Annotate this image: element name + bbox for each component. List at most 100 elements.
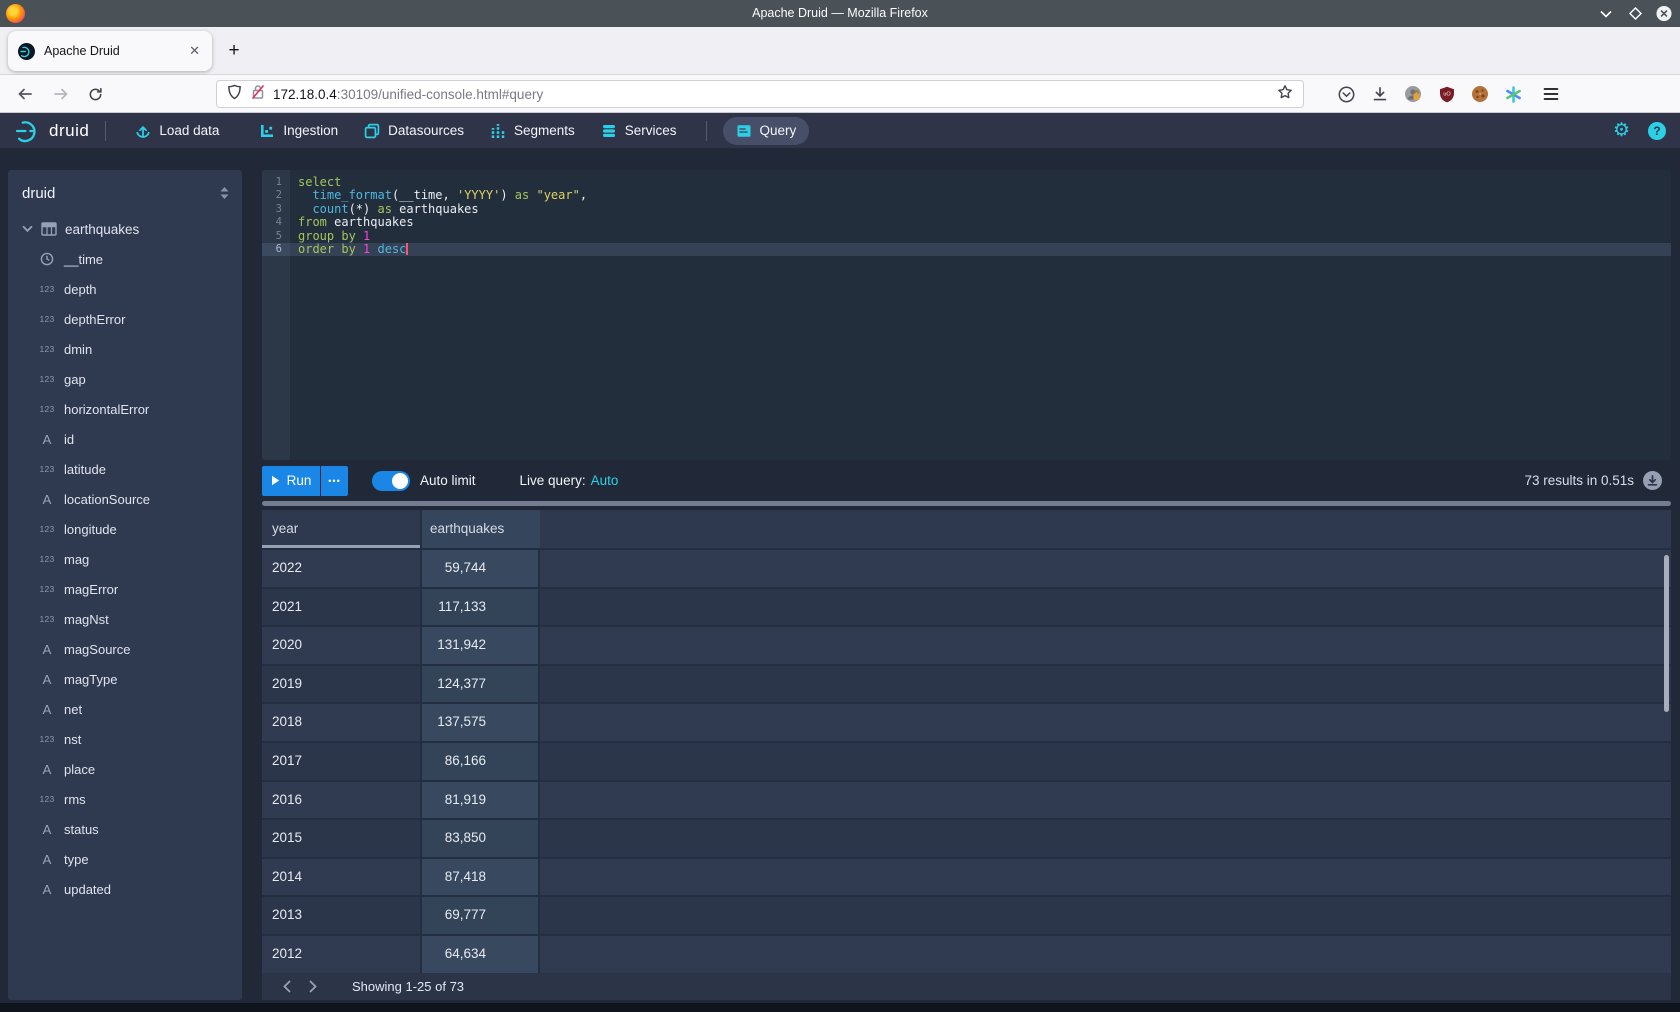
help-icon[interactable]: ? bbox=[1648, 122, 1666, 140]
table-row[interactable]: 2019124,377 bbox=[262, 666, 1671, 705]
settings-gear-icon[interactable]: ⚙ bbox=[1613, 119, 1630, 142]
url-field[interactable]: 172.18.0.4:30109/unified-console.html#qu… bbox=[216, 80, 1304, 108]
table-row[interactable]: 201681,919 bbox=[262, 782, 1671, 821]
nav-datasources[interactable]: Datasources bbox=[351, 117, 477, 145]
pagination-next-button[interactable] bbox=[300, 973, 326, 1000]
bookmark-star-icon[interactable] bbox=[1277, 84, 1293, 105]
sidebar-column-horizontalError[interactable]: 123horizontalError bbox=[8, 394, 242, 424]
cell-earthquakes[interactable]: 86,166 bbox=[420, 743, 540, 780]
cell-year[interactable]: 2022 bbox=[262, 550, 420, 587]
table-row[interactable]: 202259,744 bbox=[262, 550, 1671, 589]
sidebar-column-place[interactable]: Aplace bbox=[8, 754, 242, 784]
cell-earthquakes[interactable]: 117,133 bbox=[420, 589, 540, 626]
menu-hamburger-icon[interactable] bbox=[1538, 82, 1564, 106]
sidebar-column-id[interactable]: Aid bbox=[8, 424, 242, 454]
sidebar-column-depthError[interactable]: 123depthError bbox=[8, 304, 242, 334]
cell-earthquakes[interactable]: 81,919 bbox=[420, 782, 540, 819]
cell-year[interactable]: 2019 bbox=[262, 666, 420, 703]
cell-year[interactable]: 2014 bbox=[262, 859, 420, 896]
cell-earthquakes[interactable]: 64,634 bbox=[420, 936, 540, 973]
cell-earthquakes[interactable]: 59,744 bbox=[420, 550, 540, 587]
sidebar-column-mag[interactable]: 123mag bbox=[8, 544, 242, 574]
sidebar-column-depth[interactable]: 123depth bbox=[8, 274, 242, 304]
table-row[interactable]: 201487,418 bbox=[262, 859, 1671, 898]
cell-year[interactable]: 2015 bbox=[262, 820, 420, 857]
header-cell-earthquakes[interactable]: earthquakes bbox=[420, 510, 540, 548]
close-icon[interactable] bbox=[1656, 6, 1672, 22]
header-cell-year[interactable]: year bbox=[262, 510, 420, 548]
download-results-icon[interactable] bbox=[1643, 471, 1662, 490]
sidebar-column-magSource[interactable]: AmagSource bbox=[8, 634, 242, 664]
new-tab-button[interactable]: + bbox=[222, 39, 246, 63]
column-name: nst bbox=[64, 732, 81, 747]
reload-button[interactable] bbox=[82, 82, 108, 106]
table-row[interactable]: 2018137,575 bbox=[262, 704, 1671, 743]
pocket-icon[interactable] bbox=[1333, 82, 1359, 106]
cell-year[interactable]: 2018 bbox=[262, 704, 420, 741]
nav-ingestion[interactable]: Ingestion bbox=[246, 117, 351, 145]
query-editor[interactable]: 123456 select time_format(__time, 'YYYY'… bbox=[262, 170, 1671, 460]
sidebar-column-type[interactable]: Atype bbox=[8, 844, 242, 874]
live-query-value[interactable]: Auto bbox=[591, 473, 619, 488]
cell-year[interactable]: 2016 bbox=[262, 782, 420, 819]
forward-button[interactable] bbox=[48, 82, 74, 106]
cell-year[interactable]: 2012 bbox=[262, 936, 420, 973]
cell-earthquakes[interactable]: 87,418 bbox=[420, 859, 540, 896]
nav-load-data[interactable]: Load data bbox=[122, 117, 232, 145]
tab-apache-druid[interactable]: Apache Druid ✕ bbox=[8, 31, 212, 71]
maximize-icon[interactable] bbox=[1627, 6, 1643, 22]
cell-earthquakes[interactable]: 137,575 bbox=[420, 704, 540, 741]
ublock-extension-icon[interactable]: uO bbox=[1434, 82, 1460, 106]
table-row[interactable]: 201264,634 bbox=[262, 936, 1671, 973]
table-row[interactable]: 201583,850 bbox=[262, 820, 1671, 859]
sidebar-column-gap[interactable]: 123gap bbox=[8, 364, 242, 394]
cell-earthquakes[interactable]: 69,777 bbox=[420, 897, 540, 934]
sidebar-column-magType[interactable]: AmagType bbox=[8, 664, 242, 694]
extension-asterisk-icon[interactable] bbox=[1500, 82, 1526, 106]
sidebar-column-status[interactable]: Astatus bbox=[8, 814, 242, 844]
auto-limit-toggle[interactable] bbox=[372, 471, 410, 491]
run-button[interactable]: Run bbox=[262, 466, 320, 496]
table-row[interactable]: 201369,777 bbox=[262, 897, 1671, 936]
nav-segments[interactable]: Segments bbox=[477, 117, 588, 145]
sidebar-column-latitude[interactable]: 123latitude bbox=[8, 454, 242, 484]
cell-year[interactable]: 2021 bbox=[262, 589, 420, 626]
table-row[interactable]: 2021117,133 bbox=[262, 589, 1671, 628]
results-scrollbar[interactable] bbox=[1664, 555, 1669, 712]
sidebar-column-longitude[interactable]: 123longitude bbox=[8, 514, 242, 544]
sidebar-column-net[interactable]: Anet bbox=[8, 694, 242, 724]
insecure-lock-icon[interactable] bbox=[251, 84, 265, 105]
cell-year[interactable]: 2013 bbox=[262, 897, 420, 934]
nav-query[interactable]: Query bbox=[723, 117, 810, 145]
cell-earthquakes[interactable]: 124,377 bbox=[420, 666, 540, 703]
cookie-extension-icon[interactable] bbox=[1467, 82, 1493, 106]
sidebar-column-__time[interactable]: __time bbox=[8, 244, 242, 274]
sidebar-column-locationSource[interactable]: AlocationSource bbox=[8, 484, 242, 514]
pagination-prev-button[interactable] bbox=[274, 973, 300, 1000]
cell-earthquakes[interactable]: 131,942 bbox=[420, 627, 540, 664]
account-extension-icon[interactable] bbox=[1400, 82, 1426, 106]
url-text[interactable]: 172.18.0.4:30109/unified-console.html#qu… bbox=[273, 87, 1277, 102]
pane-splitter[interactable] bbox=[262, 501, 1671, 506]
back-button[interactable] bbox=[12, 82, 38, 106]
cell-year[interactable]: 2020 bbox=[262, 627, 420, 664]
sidebar-column-rms[interactable]: 123rms bbox=[8, 784, 242, 814]
cell-earthquakes[interactable]: 83,850 bbox=[420, 820, 540, 857]
sidebar-column-dmin[interactable]: 123dmin bbox=[8, 334, 242, 364]
datasource-item-earthquakes[interactable]: earthquakes bbox=[8, 214, 242, 244]
download-icon[interactable] bbox=[1367, 82, 1393, 106]
druid-logo[interactable]: druid bbox=[14, 117, 89, 145]
nav-services[interactable]: Services bbox=[588, 117, 690, 145]
sidebar-column-updated[interactable]: Aupdated bbox=[8, 874, 242, 904]
table-row[interactable]: 201786,166 bbox=[262, 743, 1671, 782]
schema-selector[interactable]: druid bbox=[8, 178, 242, 208]
run-more-options-button[interactable]: ••• bbox=[321, 466, 348, 496]
sidebar-column-nst[interactable]: 123nst bbox=[8, 724, 242, 754]
sidebar-column-magNst[interactable]: 123magNst bbox=[8, 604, 242, 634]
tracking-shield-icon[interactable] bbox=[227, 84, 242, 105]
cell-year[interactable]: 2017 bbox=[262, 743, 420, 780]
sidebar-column-magError[interactable]: 123magError bbox=[8, 574, 242, 604]
minimize-icon[interactable] bbox=[1598, 6, 1614, 22]
tab-close-icon[interactable]: ✕ bbox=[187, 43, 202, 59]
table-row[interactable]: 2020131,942 bbox=[262, 627, 1671, 666]
